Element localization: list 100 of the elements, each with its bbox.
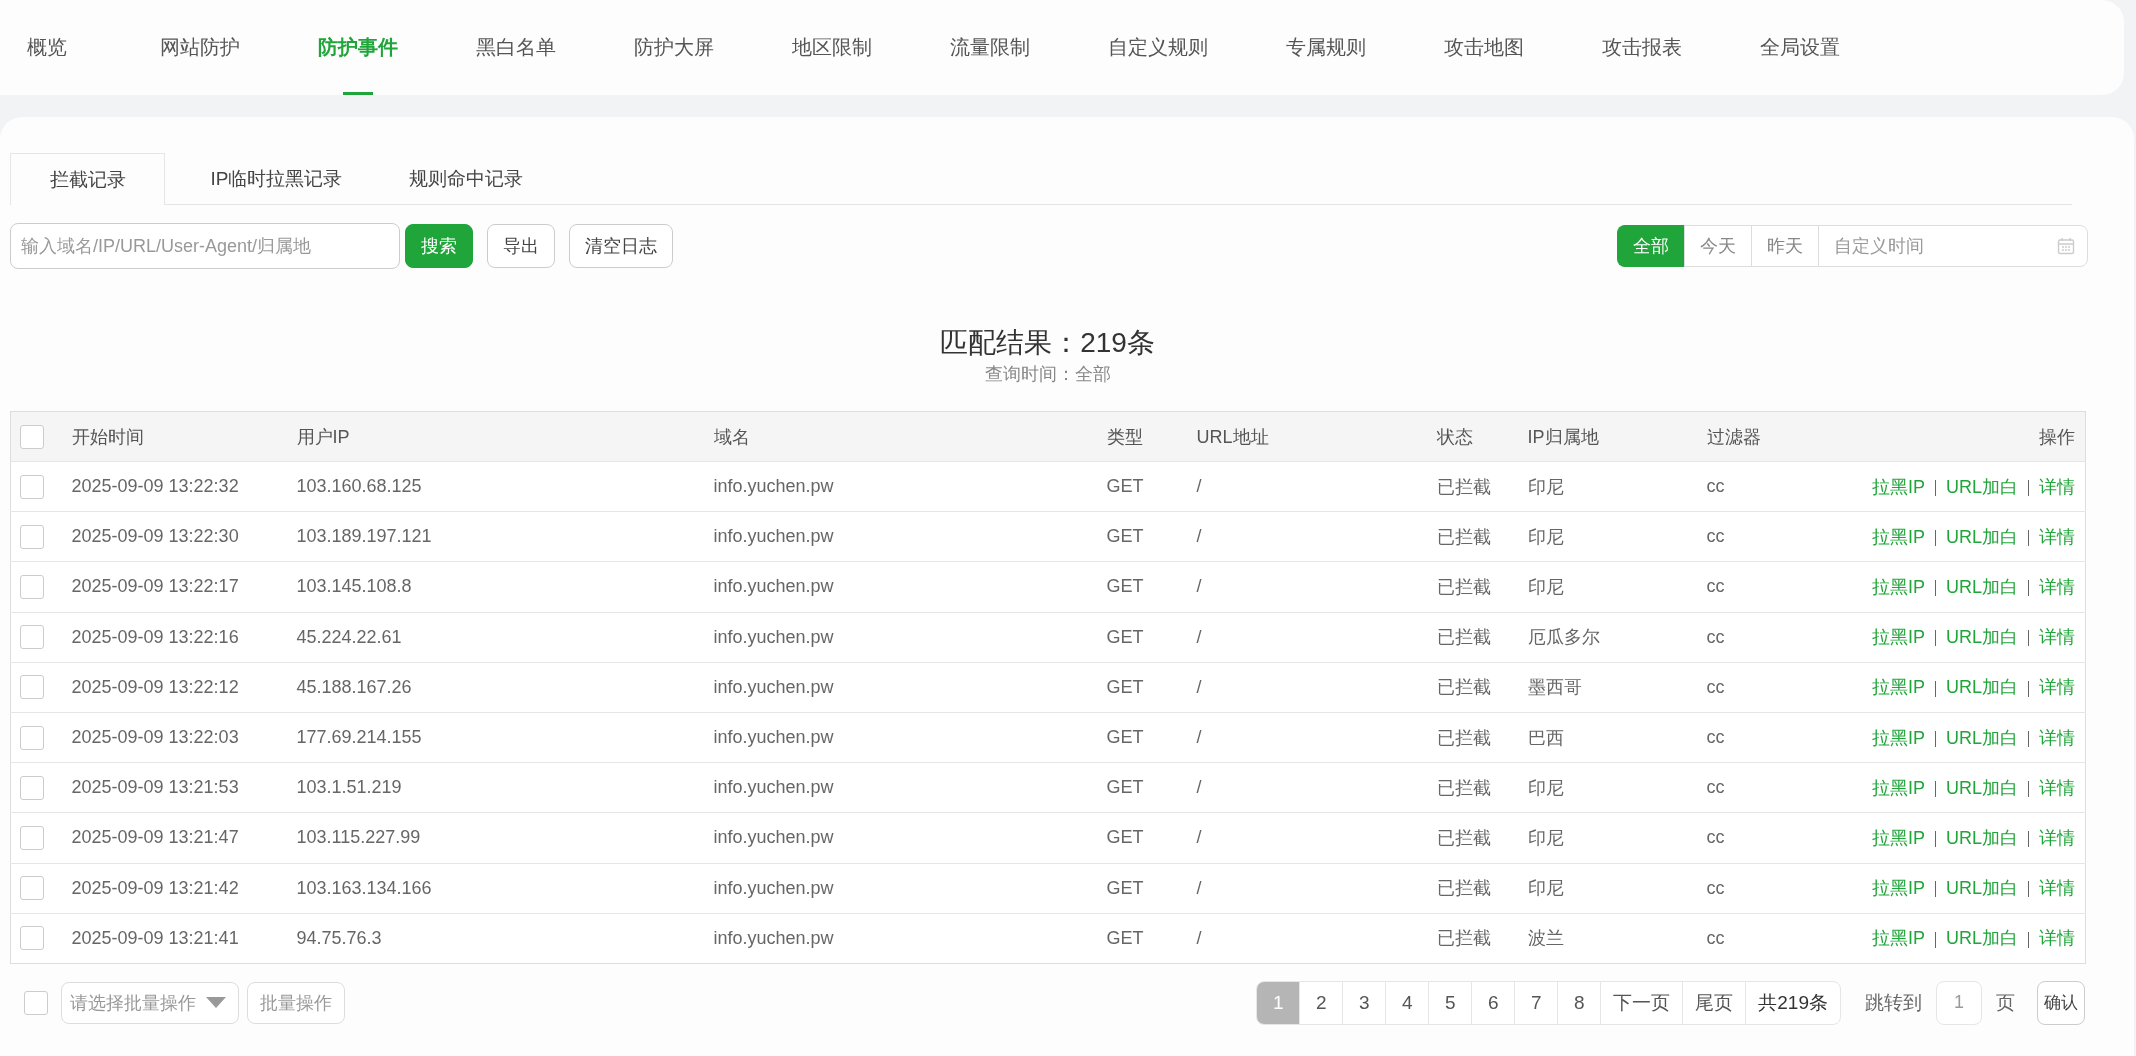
search-button[interactable]: 搜索 <box>405 224 473 268</box>
table-cell: / <box>1196 777 1202 798</box>
row-action-link[interactable]: URL加白 <box>1946 878 2018 899</box>
table-cell: 2025-09-09 13:22:16 <box>71 626 239 647</box>
checkbox[interactable] <box>20 625 44 650</box>
result-count: 匹配结果：219条 <box>939 326 1156 360</box>
row-action-link[interactable]: URL加白 <box>1946 928 2018 949</box>
table-cell: info.yuchen.pw <box>713 626 834 647</box>
table-cell: cc <box>1706 727 1725 748</box>
nav-tab[interactable]: 地区限制 <box>792 0 872 95</box>
row-action-link[interactable]: 拉黑IP <box>1871 526 1925 547</box>
page-link[interactable]: 6 <box>1472 981 1516 1024</box>
table-cell: 103.163.134.166 <box>296 877 432 898</box>
nav-tab[interactable]: 概览 <box>27 0 67 95</box>
row-action-link[interactable]: URL加白 <box>1946 576 2018 597</box>
nav-tab[interactable]: 全局设置 <box>1760 0 1840 95</box>
table-cell: / <box>1196 626 1202 647</box>
date-range-option[interactable]: 昨天 <box>1751 225 1818 267</box>
checkbox[interactable] <box>20 424 44 449</box>
row-action-link[interactable]: 详情 <box>2039 677 2075 698</box>
checkbox[interactable] <box>20 775 44 800</box>
record-tab[interactable]: 拦截记录 <box>10 153 165 205</box>
nav-tab[interactable]: 流量限制 <box>950 0 1030 95</box>
page-link[interactable]: 2 <box>1300 981 1344 1024</box>
date-range-option[interactable]: 今天 <box>1684 225 1751 267</box>
row-action-link[interactable]: 详情 <box>2039 777 2075 798</box>
row-action-link[interactable]: 拉黑IP <box>1871 878 1925 899</box>
row-action-link[interactable]: 拉黑IP <box>1871 727 1925 748</box>
record-tab[interactable]: IP临时拉黑记录 <box>165 153 388 204</box>
nav-tab[interactable]: 网站防护 <box>160 0 240 95</box>
column-header: 用户IP <box>296 426 350 447</box>
table-cell: 印尼 <box>1527 878 1564 899</box>
custom-time-field[interactable]: 自定义时间 <box>1818 225 2088 267</box>
row-action-link[interactable]: URL加白 <box>1946 627 2018 648</box>
nav-tab[interactable]: 自定义规则 <box>1108 0 1208 95</box>
row-action-link[interactable]: 拉黑IP <box>1871 476 1925 497</box>
toolbar-button[interactable]: 清空日志 <box>569 224 673 268</box>
table-cell: / <box>1196 676 1202 697</box>
checkbox[interactable] <box>20 474 44 499</box>
page-link[interactable]: 8 <box>1558 981 1602 1024</box>
search-field[interactable]: 输入域名/IP/URL/User-Agent/归属地 <box>10 223 400 269</box>
page-link[interactable]: 3 <box>1343 981 1387 1024</box>
confirm-button[interactable]: 确认 <box>2037 980 2085 1025</box>
calendar-icon <box>2057 237 2075 255</box>
batch-button[interactable]: 批量操作 <box>247 981 345 1024</box>
checkbox[interactable] <box>20 524 44 549</box>
row-action-link[interactable]: URL加白 <box>1946 526 2018 547</box>
next-page-link[interactable]: 下一页 <box>1601 981 1684 1024</box>
row-action-link[interactable]: URL加白 <box>1946 777 2018 798</box>
checkbox[interactable] <box>20 926 44 951</box>
row-action-link[interactable]: 详情 <box>2039 827 2075 848</box>
row-action-link[interactable]: 详情 <box>2039 627 2075 648</box>
row-action-link[interactable]: 拉黑IP <box>1871 827 1925 848</box>
row-action-link[interactable]: 详情 <box>2039 928 2075 949</box>
page-link[interactable]: 1 <box>1257 981 1301 1024</box>
table-cell: info.yuchen.pw <box>713 676 834 697</box>
page-link[interactable]: 5 <box>1429 981 1473 1024</box>
table-cell: 103.189.197.121 <box>296 526 432 547</box>
custom-time-input[interactable]: 自定义时间 <box>1819 226 2057 266</box>
page-link[interactable]: 7 <box>1515 981 1559 1024</box>
date-range-option[interactable]: 全部 <box>1617 225 1684 267</box>
nav-tab[interactable]: 防护事件 <box>318 0 398 95</box>
nav-tab[interactable]: 攻击报表 <box>1602 0 1682 95</box>
nav-tab[interactable]: 防护大屏 <box>634 0 714 95</box>
checkbox[interactable] <box>20 675 44 700</box>
row-action-link[interactable]: URL加白 <box>1946 727 2018 748</box>
row-action-link[interactable]: URL加白 <box>1946 476 2018 497</box>
row-action-link[interactable]: 拉黑IP <box>1871 677 1925 698</box>
row-action-link[interactable]: 拉黑IP <box>1871 777 1925 798</box>
row-action-link[interactable]: 详情 <box>2039 878 2075 899</box>
row-action-link[interactable]: 详情 <box>2039 576 2075 597</box>
jump-label: 跳转到 <box>1865 990 1922 1015</box>
row-action-link[interactable]: 详情 <box>2039 727 2075 748</box>
row-action-link[interactable]: 拉黑IP <box>1871 576 1925 597</box>
batch-select[interactable]: 请选择批量操作 <box>61 981 239 1024</box>
page-number-field[interactable]: 1 <box>1936 980 1982 1025</box>
table-cell: 177.69.214.155 <box>296 727 422 748</box>
row-action-link[interactable]: URL加白 <box>1946 827 2018 848</box>
table-cell: GET <box>1106 877 1144 898</box>
column-header: 类型 <box>1106 426 1143 447</box>
row-action-link[interactable]: 详情 <box>2039 526 2075 547</box>
record-tab[interactable]: 规则命中记录 <box>388 153 543 204</box>
table-cell: cc <box>1706 777 1725 798</box>
checkbox[interactable] <box>20 825 44 850</box>
column-header: 开始时间 <box>71 426 144 447</box>
nav-tab[interactable]: 专属规则 <box>1286 0 1366 95</box>
last-page-link[interactable]: 尾页 <box>1683 981 1747 1024</box>
checkbox[interactable] <box>20 725 44 750</box>
checkbox[interactable] <box>24 990 48 1015</box>
toolbar-button[interactable]: 导出 <box>487 224 555 268</box>
table-cell: 2025-09-09 13:22:17 <box>71 576 239 597</box>
row-action-link[interactable]: URL加白 <box>1946 677 2018 698</box>
row-action-link[interactable]: 拉黑IP <box>1871 627 1925 648</box>
page-link[interactable]: 4 <box>1386 981 1430 1024</box>
nav-tab[interactable]: 黑白名单 <box>476 0 556 95</box>
checkbox[interactable] <box>20 574 44 599</box>
nav-tab[interactable]: 攻击地图 <box>1444 0 1524 95</box>
row-action-link[interactable]: 详情 <box>2039 476 2075 497</box>
row-action-link[interactable]: 拉黑IP <box>1871 928 1925 949</box>
checkbox[interactable] <box>20 876 44 901</box>
